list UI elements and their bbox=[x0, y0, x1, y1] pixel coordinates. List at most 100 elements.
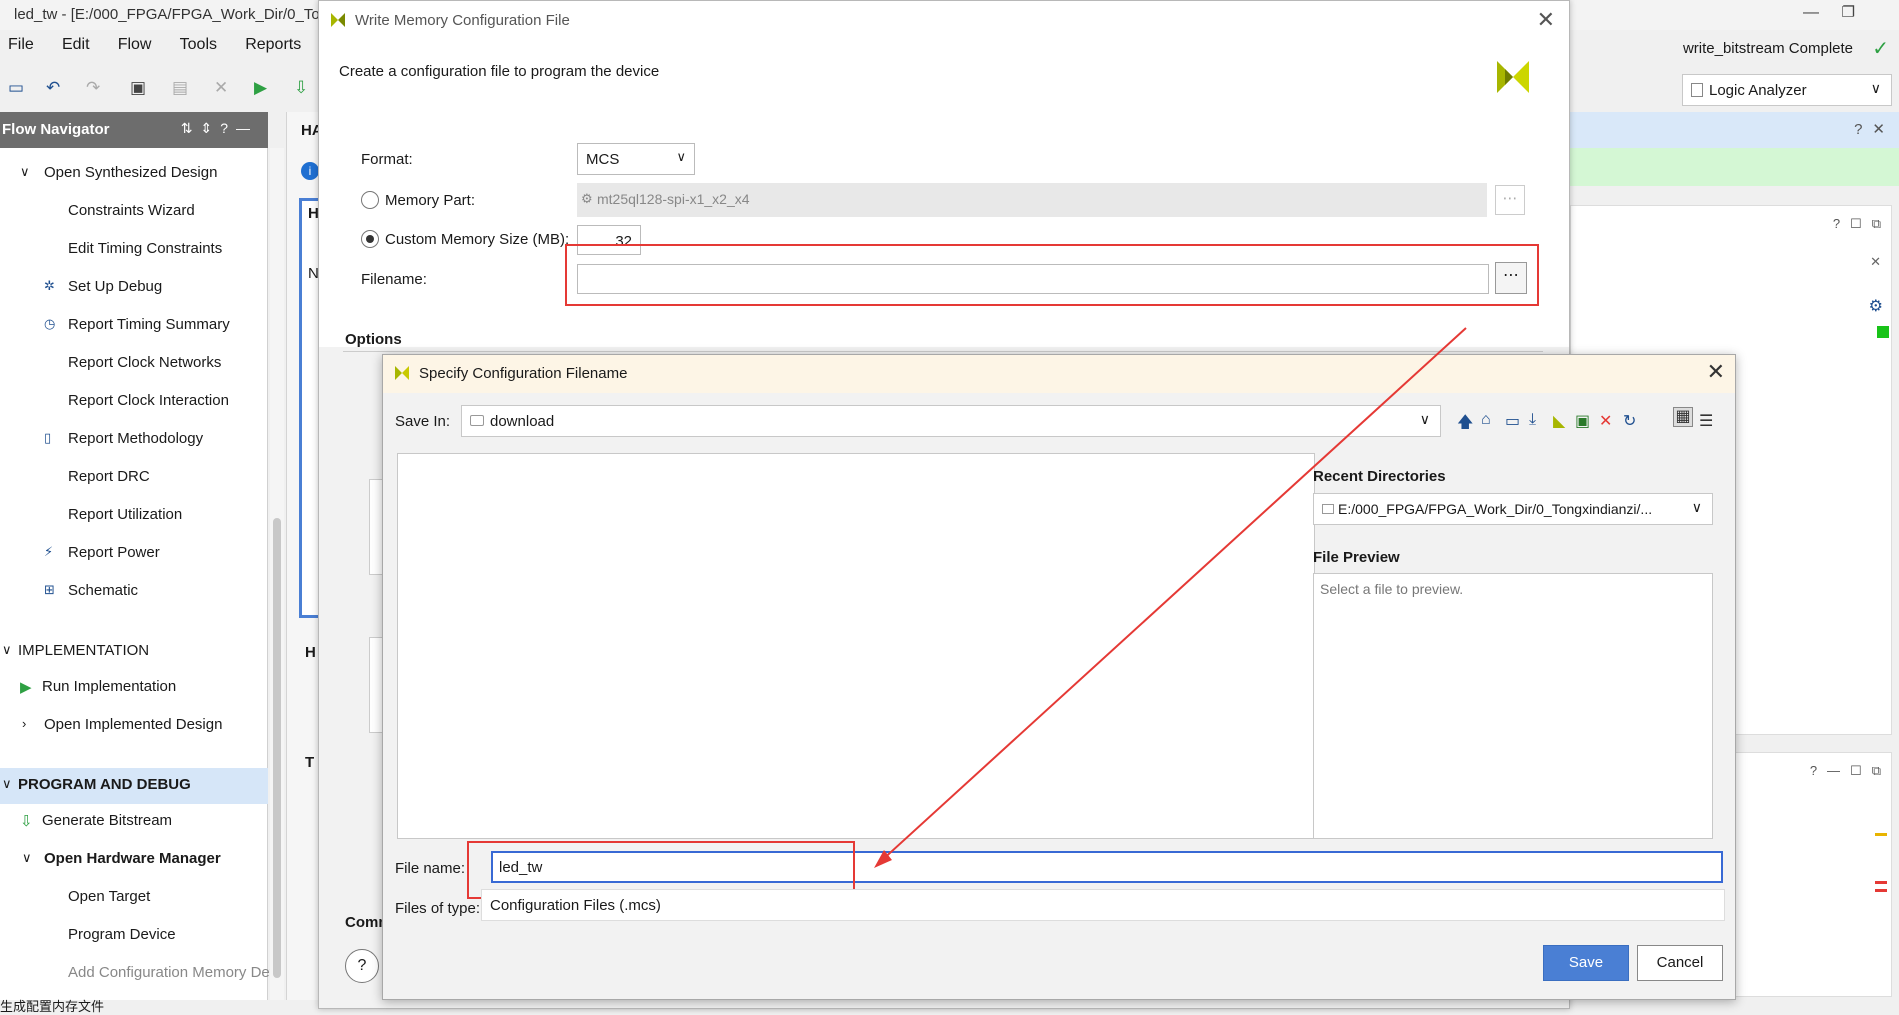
format-select[interactable]: MCS ∨ bbox=[577, 143, 695, 175]
pane-controls[interactable]: ?—☐⧉ bbox=[1810, 763, 1891, 779]
clipboard-icon: ▯ bbox=[44, 430, 52, 445]
help-button[interactable]: ? bbox=[345, 949, 379, 983]
save-icon[interactable]: ▣ bbox=[130, 78, 146, 98]
memory-part-radio[interactable] bbox=[361, 191, 379, 209]
dialog-title: Specify Configuration Filename bbox=[419, 365, 628, 382]
flow-navigator-title: Flow Navigator bbox=[2, 121, 110, 138]
desktop-icon[interactable]: ▭ bbox=[1505, 411, 1520, 431]
custom-size-radio[interactable] bbox=[361, 230, 379, 248]
menu-tools[interactable]: Tools bbox=[180, 36, 217, 54]
close-icon[interactable]: ✕ bbox=[1870, 254, 1881, 270]
flow-item-report-methodology[interactable]: Report Methodology bbox=[68, 430, 203, 447]
flow-item-report-utilization[interactable]: Report Utilization bbox=[68, 506, 182, 523]
window-title: led_tw - [E:/000_FPGA/FPGA_Work_Dir/0_To… bbox=[14, 6, 337, 23]
program-icon[interactable]: ⇩ bbox=[294, 78, 308, 98]
status-text: write_bitstream Complete bbox=[1682, 40, 1853, 57]
recent-directories-select[interactable]: E:/000_FPGA/FPGA_Work_Dir/0_Tongxindianz… bbox=[1313, 493, 1713, 525]
section-implementation[interactable]: IMPLEMENTATION bbox=[18, 642, 149, 659]
menu-reports[interactable]: Reports bbox=[245, 36, 301, 54]
chevron-right-icon[interactable]: › bbox=[22, 716, 26, 731]
delete-icon[interactable]: ✕ bbox=[1599, 411, 1612, 431]
panel-controls[interactable]: ⇅⇕?— bbox=[181, 120, 258, 137]
file-preview-box: Select a file to preview. bbox=[1313, 573, 1713, 839]
pane-controls[interactable]: ?✕ bbox=[1854, 120, 1895, 138]
flow-item-report-timing[interactable]: Report Timing Summary bbox=[68, 316, 230, 333]
chevron-down-icon: ∨ bbox=[1870, 80, 1881, 96]
flow-item-open-implemented[interactable]: Open Implemented Design bbox=[44, 716, 222, 733]
flow-item-generate-bitstream[interactable]: Generate Bitstream bbox=[42, 812, 172, 829]
flow-item-open-target[interactable]: Open Target bbox=[68, 888, 150, 905]
pane-header-fragment-3: T bbox=[305, 754, 315, 771]
flow-item-open-synthesized[interactable]: Open Synthesized Design bbox=[44, 164, 217, 181]
vivado-logo-icon bbox=[1497, 61, 1529, 93]
menu-file[interactable]: File bbox=[8, 36, 34, 54]
dialog-subtitle: Create a configuration file to program t… bbox=[339, 63, 660, 80]
menu-flow[interactable]: Flow bbox=[118, 36, 152, 54]
dialog-title: Write Memory Configuration File bbox=[355, 12, 570, 29]
flow-item-program-device[interactable]: Program Device bbox=[68, 926, 176, 943]
up-folder-icon[interactable]: 🡅 bbox=[1457, 411, 1473, 438]
list-view-icon[interactable]: ☰ bbox=[1699, 411, 1713, 431]
download-icon[interactable]: ⤓ bbox=[1529, 411, 1536, 429]
scroll-thumb[interactable] bbox=[273, 518, 281, 978]
chevron-down-icon: ∨ bbox=[1419, 411, 1430, 427]
flow-item-edit-timing[interactable]: Edit Timing Constraints bbox=[68, 240, 222, 257]
redo-icon[interactable]: ↷ bbox=[86, 78, 100, 98]
divider bbox=[343, 351, 1543, 352]
chevron-down-icon[interactable]: ∨ bbox=[2, 642, 12, 658]
flow-item-report-clock-interaction[interactable]: Report Clock Interaction bbox=[68, 392, 229, 409]
flow-navigator-header: Flow Navigator ⇅⇕?— bbox=[0, 112, 268, 148]
home-icon[interactable]: ⌂ bbox=[1481, 411, 1491, 429]
delete-icon[interactable]: ✕ bbox=[214, 78, 228, 98]
flow-item-schematic[interactable]: Schematic bbox=[68, 582, 138, 599]
dialog-titlebar: Specify Configuration Filename ✕ bbox=[383, 355, 1735, 393]
file-list[interactable] bbox=[397, 453, 1315, 839]
save-in-select[interactable]: download ∨ bbox=[461, 405, 1441, 437]
chevron-down-icon[interactable]: ∨ bbox=[20, 164, 30, 180]
undo-icon[interactable]: ↶ bbox=[46, 78, 60, 98]
close-icon[interactable]: ✕ bbox=[1537, 7, 1555, 33]
pane-controls[interactable]: ?☐⧉ bbox=[1833, 216, 1891, 232]
save-button[interactable]: Save bbox=[1543, 945, 1629, 981]
layout-icon bbox=[1691, 83, 1703, 97]
cancel-button[interactable]: Cancel bbox=[1637, 945, 1723, 981]
flow-item-run-implementation[interactable]: Run Implementation bbox=[42, 678, 176, 695]
status-indicator bbox=[1877, 326, 1889, 338]
flow-item-open-hardware-manager[interactable]: Open Hardware Manager bbox=[44, 850, 221, 867]
menu-edit[interactable]: Edit bbox=[62, 36, 90, 54]
section-program-debug[interactable]: PROGRAM AND DEBUG bbox=[18, 776, 191, 793]
dialog-header: Create a configuration file to program t… bbox=[319, 39, 1569, 117]
restore-icon[interactable]: ❐ bbox=[1842, 3, 1855, 21]
minimize-icon[interactable]: — bbox=[1803, 4, 1819, 22]
chevron-down-icon: ∨ bbox=[1691, 499, 1702, 515]
flow-item-setup-debug[interactable]: Set Up Debug bbox=[68, 278, 162, 295]
chevron-down-icon[interactable]: ∨ bbox=[22, 850, 32, 866]
flow-item-constraints-wizard[interactable]: Constraints Wizard bbox=[68, 202, 195, 219]
flow-navigator-scrollbar[interactable] bbox=[270, 148, 284, 1000]
project-icon[interactable]: ◣ bbox=[1553, 411, 1565, 431]
memory-part-field[interactable]: ⚙ mt25ql128-spi-x1_x2_x4 bbox=[577, 183, 1487, 217]
chevron-down-icon: ∨ bbox=[676, 149, 686, 164]
run-icon[interactable]: ▶ bbox=[254, 78, 267, 98]
flow-item-report-drc[interactable]: Report DRC bbox=[68, 468, 150, 485]
dialog-titlebar: Write Memory Configuration File ✕ bbox=[319, 1, 1569, 39]
new-folder-icon[interactable]: ▣ bbox=[1575, 411, 1590, 431]
flow-item-report-clock-networks[interactable]: Report Clock Networks bbox=[68, 354, 221, 371]
marker-red bbox=[1875, 881, 1887, 884]
flow-item-report-power[interactable]: Report Power bbox=[68, 544, 160, 561]
success-banner bbox=[1570, 148, 1899, 186]
file-type-select[interactable]: Configuration Files (.mcs) bbox=[481, 889, 1725, 921]
memory-part-browse-button[interactable]: ⋯ bbox=[1495, 185, 1525, 215]
flow-item-add-config-memory[interactable]: Add Configuration Memory Dev bbox=[68, 964, 277, 981]
gear-icon[interactable]: ⚙ bbox=[1869, 296, 1883, 316]
refresh-icon[interactable]: ↻ bbox=[1623, 411, 1636, 431]
layout-select[interactable]: Logic Analyzer ∨ bbox=[1682, 74, 1892, 106]
file-name-label: File name: bbox=[395, 860, 466, 877]
chevron-down-icon[interactable]: ∨ bbox=[2, 776, 12, 792]
info-icon: i bbox=[301, 162, 319, 180]
copy-icon[interactable]: ▤ bbox=[172, 78, 188, 98]
close-icon[interactable]: ✕ bbox=[1707, 359, 1725, 385]
open-icon[interactable]: ▭ bbox=[8, 78, 24, 98]
grid-view-icon[interactable]: ▦ bbox=[1673, 407, 1693, 427]
pane-header-fragment-2: H bbox=[305, 644, 316, 661]
